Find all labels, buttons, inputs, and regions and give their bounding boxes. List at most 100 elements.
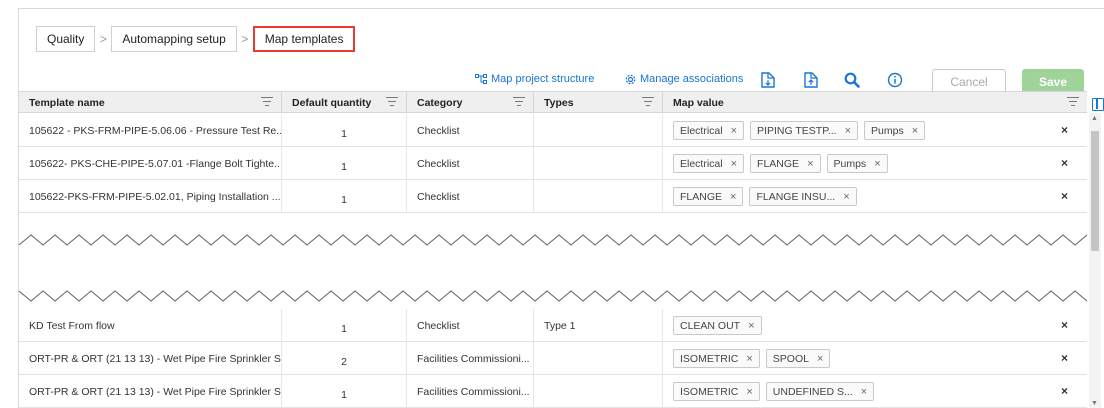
table-row[interactable]: KD Test From flow 1 Checklist Type 1 CLEAN O… [19, 309, 1087, 342]
map-value-tag: FLANGE INSU... × [749, 187, 857, 206]
cell-name[interactable]: 105622- PKS-CHE-PIPE-5.07.01 -Flange Bol… [19, 147, 282, 180]
remove-row-icon[interactable]: × [1061, 189, 1068, 203]
cell-name[interactable]: KD Test From flow [19, 309, 282, 342]
remove-row-icon[interactable]: × [1061, 156, 1068, 170]
cell-types[interactable] [534, 342, 663, 375]
map-value-tag: ISOMETRIC × [673, 382, 760, 401]
gear-icon [625, 74, 636, 84]
remove-row-icon[interactable]: × [1061, 318, 1068, 332]
column-header-types[interactable]: Types [534, 92, 663, 113]
cell-types[interactable]: Type 1 [534, 309, 663, 342]
remove-tag-icon[interactable]: × [746, 386, 752, 398]
map-value-tag: PIPING TESTP... × [750, 121, 859, 140]
export-file-icon[interactable] [801, 70, 821, 90]
filter-icon[interactable] [261, 97, 273, 107]
column-header-map-value[interactable]: Map value [663, 92, 1087, 113]
filter-icon[interactable] [642, 97, 654, 107]
remove-row-icon[interactable]: × [1061, 384, 1068, 398]
breadcrumb-automapping-setup[interactable]: Automapping setup [111, 25, 237, 52]
remove-row-icon[interactable]: × [1061, 123, 1068, 137]
map-value-tag: Pumps × [826, 154, 888, 173]
table-row[interactable]: ORT-PR & ORT (21 13 13) - Wet Pipe Fire … [19, 375, 1087, 408]
remove-tag-icon[interactable]: × [843, 191, 849, 203]
cell-types[interactable] [534, 114, 663, 147]
cell-category[interactable]: Facilities Commissioni... [407, 342, 534, 375]
cell-qty[interactable]: 2 [282, 342, 407, 375]
remove-tag-icon[interactable]: × [731, 125, 737, 137]
map-value-tags: CLEAN OUT × [663, 316, 762, 335]
map-project-structure-link[interactable]: Map project structure [475, 73, 594, 85]
scroll-up-arrow-icon[interactable]: ▲ [1091, 115, 1098, 122]
remove-tag-icon[interactable]: × [746, 353, 752, 365]
scroll-down-arrow-icon[interactable]: ▼ [1091, 400, 1098, 407]
remove-tag-icon[interactable]: × [861, 386, 867, 398]
manage-associations-link[interactable]: Manage associations [625, 73, 743, 85]
filter-icon[interactable] [1067, 97, 1079, 107]
tag-label: Pumps [871, 124, 904, 137]
remove-tag-icon[interactable]: × [817, 353, 823, 365]
cell-types[interactable] [534, 375, 663, 408]
map-value-tag: Electrical × [673, 121, 745, 140]
breadcrumb-quality[interactable]: Quality [36, 25, 96, 52]
remove-row-icon[interactable]: × [1061, 351, 1068, 365]
remove-tag-icon[interactable]: × [874, 158, 880, 170]
cell-name[interactable]: 105622 - PKS-FRM-PIPE-5.06.06 - Pressure… [19, 114, 282, 147]
column-header-default-quantity[interactable]: Default quantity [282, 92, 407, 113]
scrollbar-thumb[interactable] [1091, 131, 1099, 251]
chevron-right-icon: > [99, 31, 107, 46]
column-header-category[interactable]: Category [407, 92, 534, 113]
remove-tag-icon[interactable]: × [730, 191, 736, 203]
cell-map-value: ISOMETRIC × SPOOL × [663, 342, 1087, 375]
cell-category[interactable]: Checklist [407, 114, 534, 147]
table-row[interactable]: ORT-PR & ORT (21 13 13) - Wet Pipe Fire … [19, 342, 1087, 375]
tag-label: FLANGE INSU... [756, 190, 836, 203]
tag-label: SPOOL [772, 352, 809, 365]
tag-label: Pumps [833, 157, 867, 170]
map-value-tags: FLANGE × FLANGE INSU... × [663, 187, 857, 206]
cell-category[interactable]: Checklist [407, 147, 534, 180]
cell-qty[interactable]: 1 [282, 309, 407, 342]
filter-icon[interactable] [386, 97, 398, 107]
vertical-scrollbar[interactable]: ▲ ▼ [1089, 113, 1101, 408]
cell-name[interactable]: 105622-PKS-FRM-PIPE-5.02.01, Piping Inst… [19, 180, 282, 213]
tag-label: ISOMETRIC [680, 385, 739, 398]
filter-icon[interactable] [513, 97, 525, 107]
remove-tag-icon[interactable]: × [845, 125, 851, 137]
cell-qty[interactable]: 1 [282, 147, 407, 180]
info-icon[interactable] [885, 70, 905, 90]
remove-tag-icon[interactable]: × [731, 158, 737, 170]
column-header-template-name[interactable]: Template name [19, 92, 282, 113]
cell-qty[interactable]: 1 [282, 180, 407, 213]
breadcrumb: Quality > Automapping setup > Map templa… [36, 25, 356, 52]
tag-label: ISOMETRIC [680, 352, 739, 365]
cell-name[interactable]: ORT-PR & ORT (21 13 13) - Wet Pipe Fire … [19, 342, 282, 375]
cell-category[interactable]: Checklist [407, 309, 534, 342]
cell-category[interactable]: Checklist [407, 180, 534, 213]
map-value-tag: UNDEFINED S... × [765, 382, 875, 401]
table-row[interactable]: 105622-PKS-FRM-PIPE-5.02.01, Piping Inst… [19, 180, 1087, 213]
remove-tag-icon[interactable]: × [748, 320, 754, 332]
cell-category[interactable]: Facilities Commissioni... [407, 375, 534, 408]
column-chooser-icon[interactable] [1092, 98, 1104, 111]
remove-tag-icon[interactable]: × [912, 125, 918, 137]
table-row[interactable]: 105622- PKS-CHE-PIPE-5.07.01 -Flange Bol… [19, 147, 1087, 180]
map-value-tag: Electrical × [673, 154, 745, 173]
table-row[interactable]: 105622 - PKS-FRM-PIPE-5.06.06 - Pressure… [19, 114, 1087, 147]
map-value-tag: ISOMETRIC × [673, 349, 760, 368]
cell-map-value: Electrical × PIPING TESTP... × Pumps × [663, 114, 1087, 147]
cell-qty[interactable]: 1 [282, 375, 407, 408]
remove-tag-icon[interactable]: × [807, 158, 813, 170]
map-value-tag: FLANGE × [750, 154, 821, 173]
import-file-icon[interactable] [758, 70, 778, 90]
tag-label: PIPING TESTP... [757, 124, 837, 137]
cell-types[interactable] [534, 147, 663, 180]
cell-qty[interactable]: 1 [282, 114, 407, 147]
map-value-tag: SPOOL × [765, 349, 831, 368]
cell-map-value: CLEAN OUT × [663, 309, 1087, 342]
map-value-tag: FLANGE × [673, 187, 744, 206]
cell-name[interactable]: ORT-PR & ORT (21 13 13) - Wet Pipe Fire … [19, 375, 282, 408]
breadcrumb-map-templates[interactable]: Map templates [252, 25, 356, 52]
search-icon[interactable] [842, 70, 862, 90]
cell-types[interactable] [534, 180, 663, 213]
tag-label: CLEAN OUT [680, 319, 741, 332]
